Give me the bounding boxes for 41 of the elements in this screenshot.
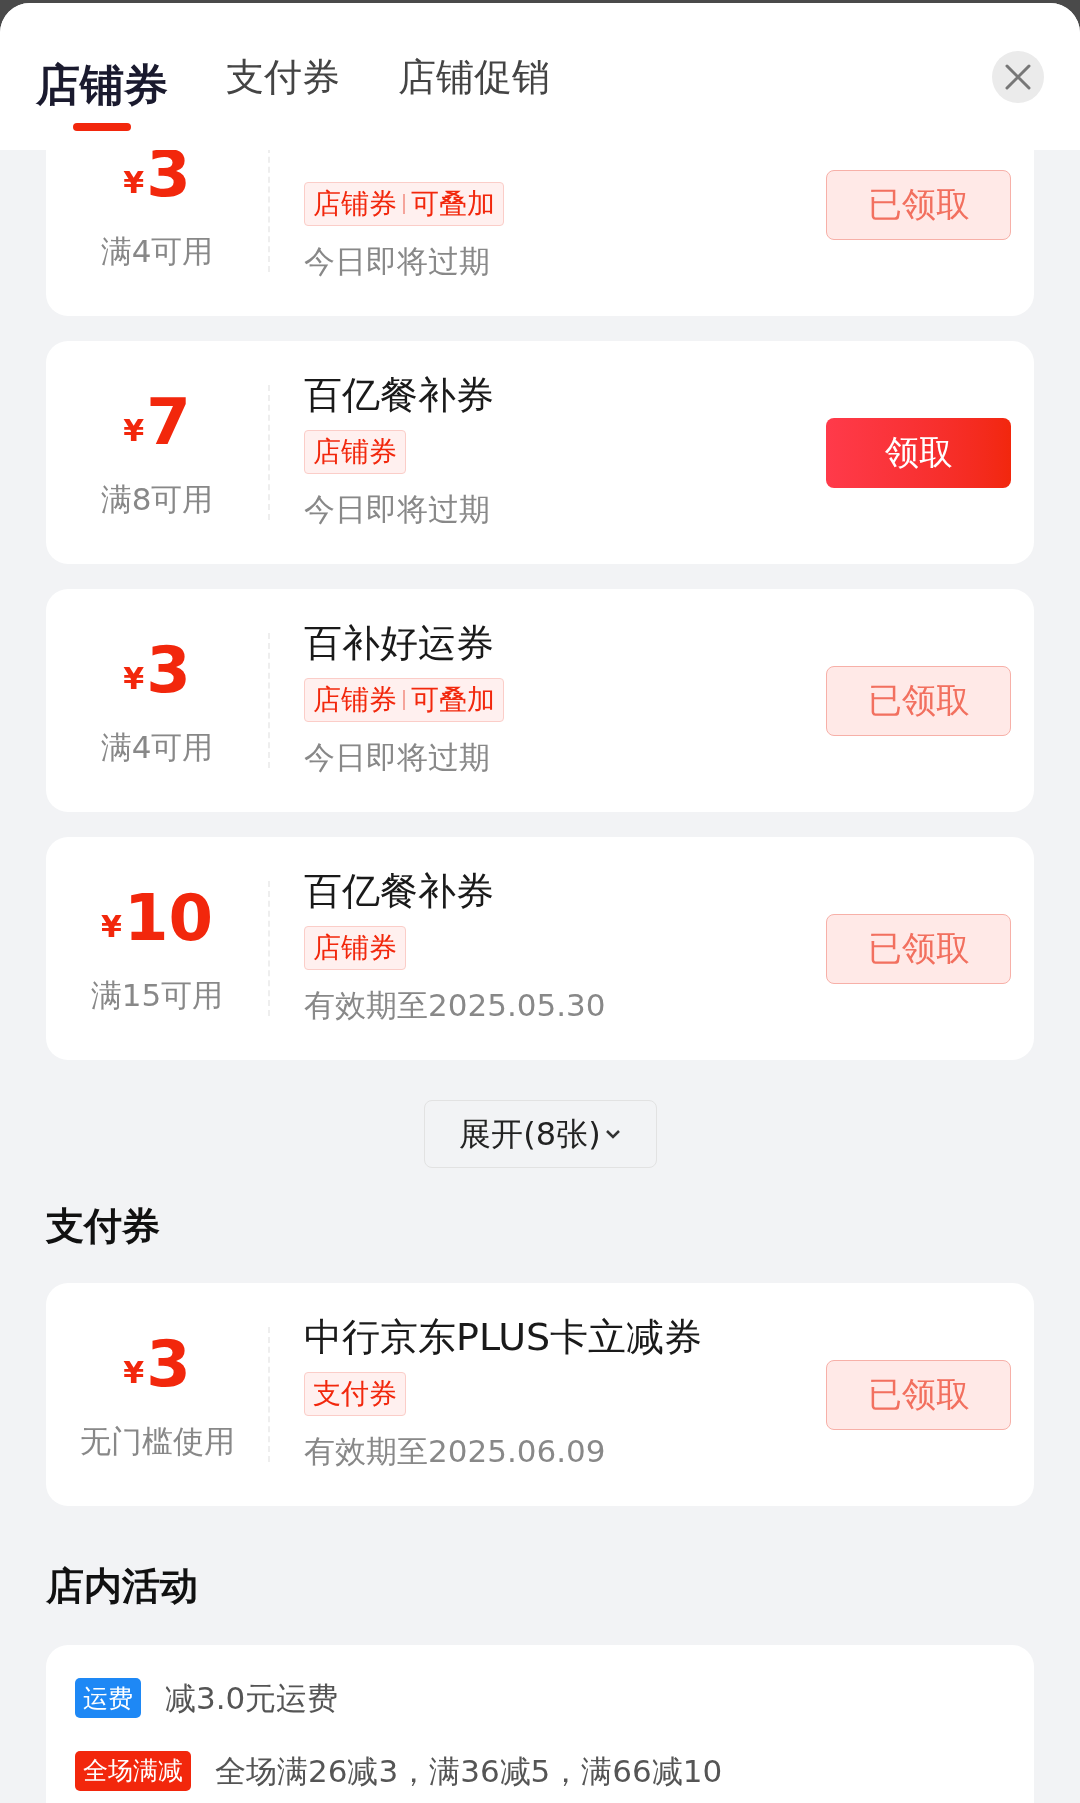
coupon-tag: 店铺券: [304, 926, 406, 971]
coupon-amount: ¥3: [123, 136, 191, 214]
validity-text: 今日即将过期: [304, 490, 491, 530]
activity-text: 全场满26减3，满36减5，满66减10: [215, 1751, 723, 1791]
usage-condition: 无门槛使用: [79, 1422, 235, 1462]
claimed-button[interactable]: 已领取: [826, 169, 1011, 240]
validity-text: 有效期至2025.05.30: [304, 986, 607, 1026]
activity-badge: 全场满减: [75, 1750, 191, 1791]
claimed-button[interactable]: 已领取: [826, 913, 1011, 984]
section-heading: 店内活动: [46, 1563, 199, 1610]
coupon-amount: ¥10: [101, 880, 213, 958]
coupon-title: 百亿餐补券: [304, 372, 495, 419]
claimed-button[interactable]: 已领取: [826, 665, 1011, 736]
coupon-tag: 店铺券: [304, 430, 406, 475]
claim-button[interactable]: 领取: [826, 417, 1011, 488]
coupon-title: 百亿餐补券: [304, 868, 495, 915]
coupon-amount: ¥7: [123, 384, 191, 462]
usage-condition: 满15可用: [90, 976, 224, 1016]
tab[interactable]: 支付券: [226, 49, 340, 104]
validity-text: 今日即将过期: [304, 738, 491, 778]
coupon-amount: ¥3: [123, 1326, 191, 1404]
close-icon: [1005, 63, 1031, 90]
chevron-down-icon: [604, 1128, 621, 1140]
coupon-tag: 店铺券 可叠加: [304, 182, 504, 227]
tab[interactable]: 店铺券: [36, 38, 168, 131]
activity-text: 减3.0元运费: [165, 1679, 339, 1718]
usage-condition: 满4可用: [100, 232, 214, 272]
activity-badge: 运费: [75, 1678, 141, 1719]
usage-condition: 满8可用: [100, 480, 214, 520]
coupon-title: 百补好运券: [304, 620, 495, 667]
usage-condition: 满4可用: [100, 728, 214, 768]
section-heading: 支付券: [46, 1203, 161, 1250]
coupon-title: 中行京东PLUS卡立减券: [304, 1314, 704, 1361]
coupon-amount: ¥3: [123, 632, 191, 710]
tab[interactable]: 店铺促销: [398, 49, 550, 104]
claimed-button[interactable]: 已领取: [826, 1359, 1011, 1430]
validity-text: 今日即将过期: [304, 242, 491, 282]
validity-text: 有效期至2025.06.09: [304, 1432, 607, 1472]
coupon-tag: 支付券: [304, 1372, 406, 1417]
expand-button[interactable]: 展开(8张): [423, 1100, 657, 1168]
coupon-tag: 店铺券 可叠加: [304, 678, 504, 723]
